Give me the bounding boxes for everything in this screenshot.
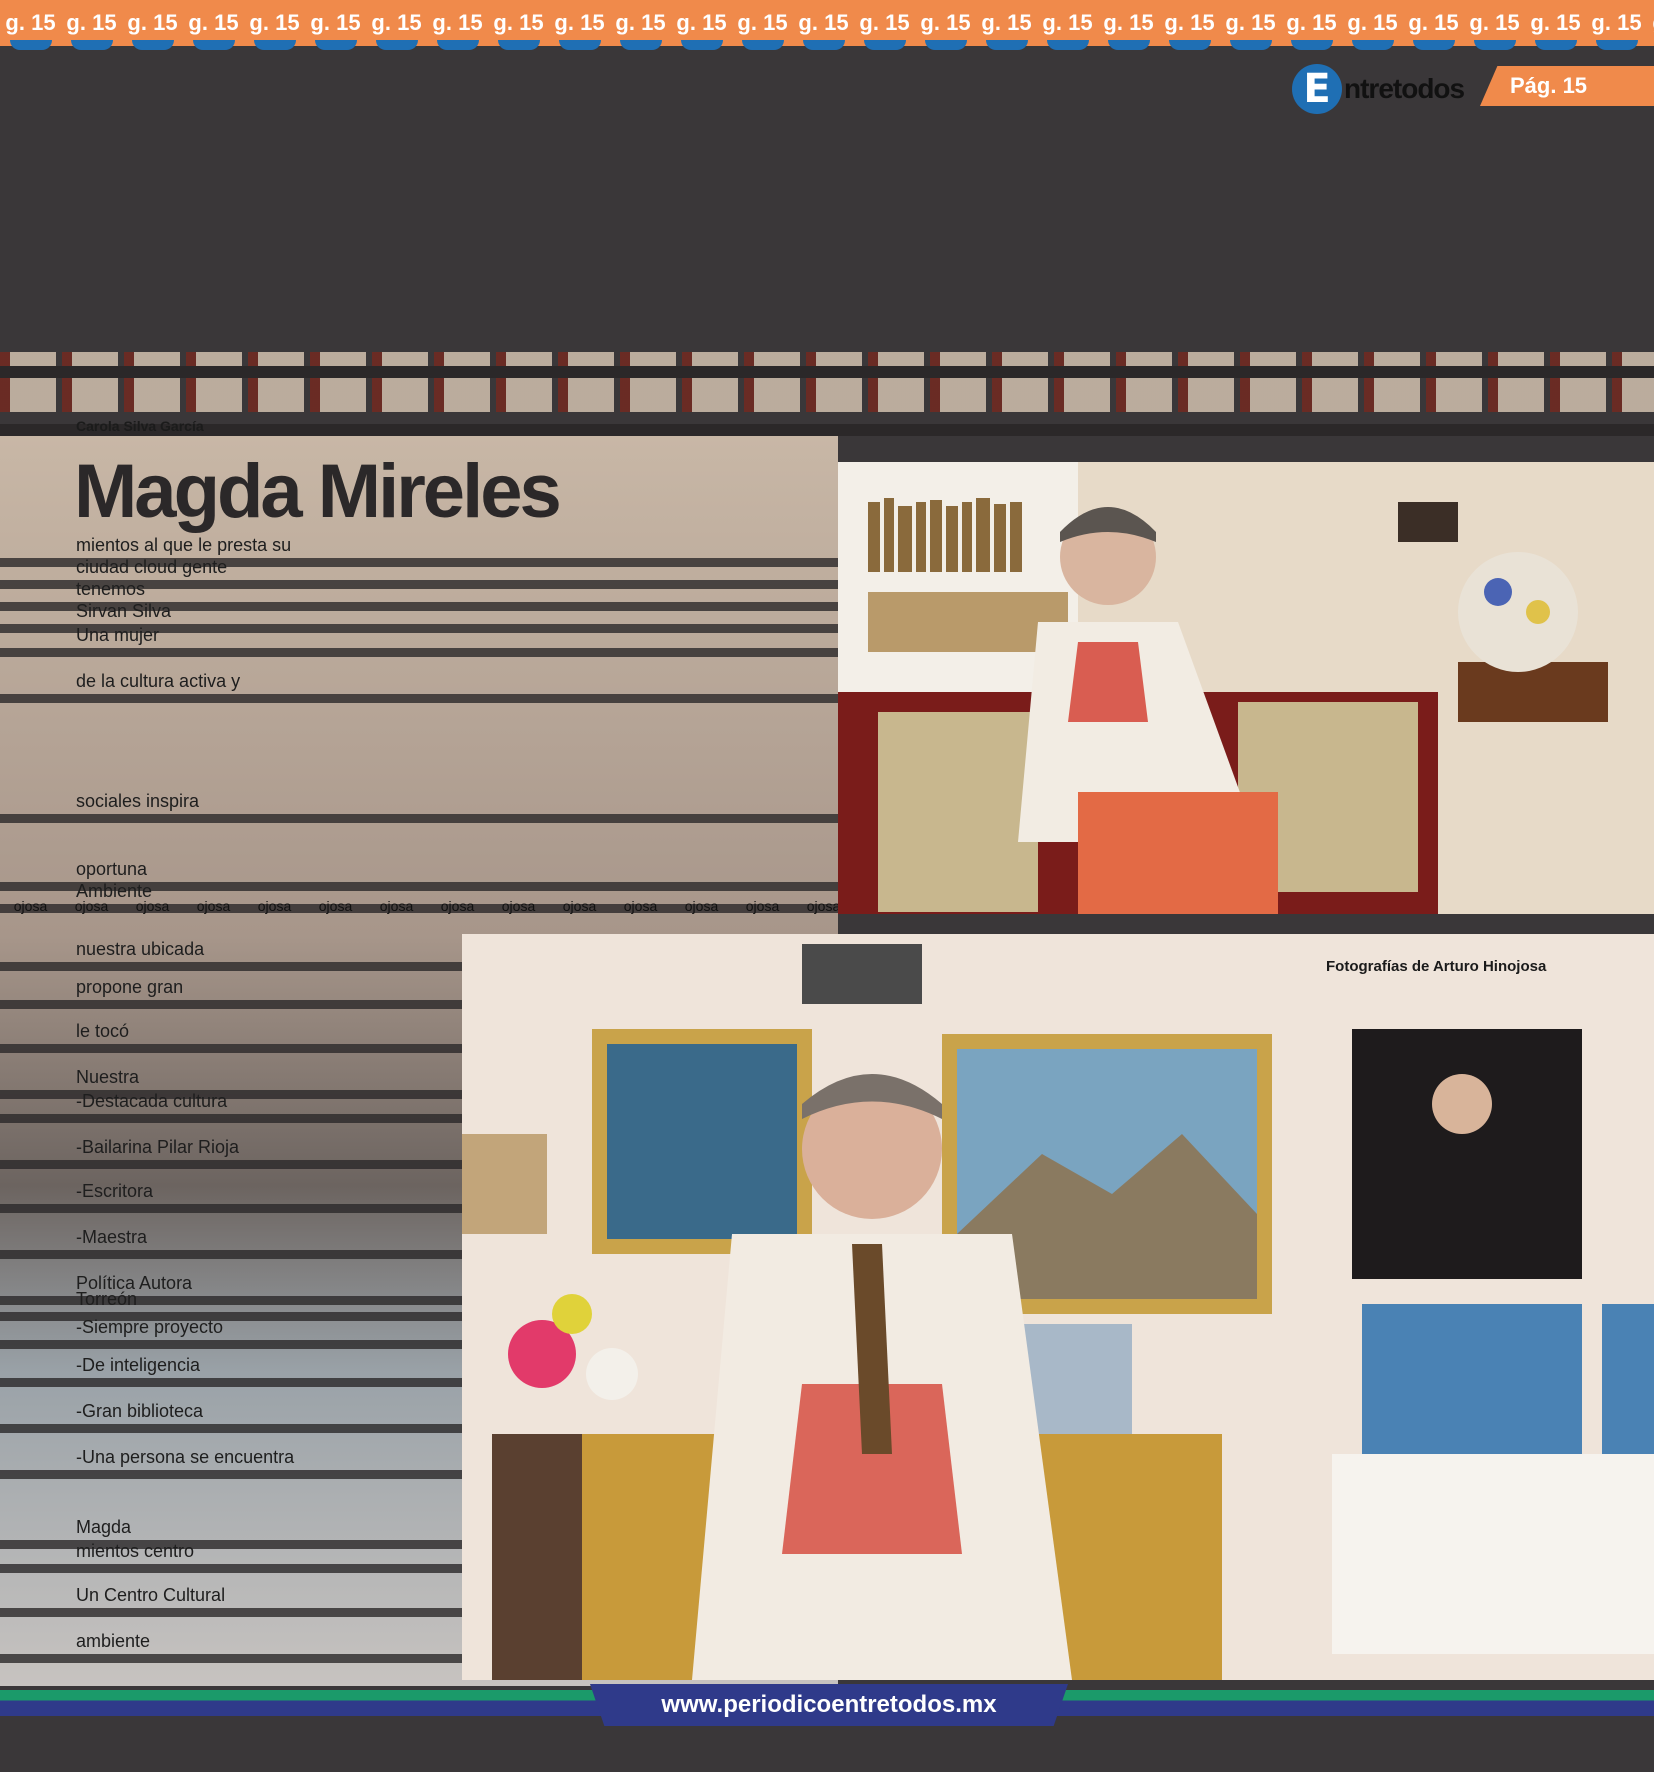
decorative-dot: [498, 40, 540, 50]
photo-illustration: [462, 934, 1654, 1680]
decorative-dot: [1108, 40, 1150, 50]
article-paragraph: -Gran biblioteca: [76, 1401, 204, 1421]
decorative-dot: [1413, 40, 1455, 50]
divider: [0, 366, 1654, 378]
header-band: [0, 120, 1654, 370]
caption-repeat: ojosa: [135, 898, 170, 914]
article-paragraph: -Bailarina Pilar Rioja: [76, 1137, 240, 1157]
text-line-rule: [0, 694, 838, 703]
caption-repeat: ojosa: [196, 898, 231, 914]
decorative-dots: [0, 40, 1654, 50]
website-link[interactable]: www.periodicoentretodos.mx: [590, 1684, 1068, 1726]
caption-repeat: ojosa: [501, 898, 536, 914]
caption-repeat: ojosa: [745, 898, 780, 914]
text-line-rule: [0, 648, 838, 657]
article-paragraph: le tocó: [76, 1021, 130, 1041]
caption-repeat: ojosa: [562, 898, 597, 914]
decorative-dot: [1352, 40, 1394, 50]
logo-text: ntretodos: [1344, 73, 1465, 104]
caption-repeat: ojosa: [74, 898, 109, 914]
article-paragraph: -De inteligencia: [76, 1355, 201, 1375]
article-byline: Carola Silva García: [76, 418, 204, 434]
article-paragraph: Sirvan Silva: [76, 601, 172, 621]
article-paragraph: ambiente: [76, 1631, 151, 1651]
article-paragraph: Un Centro Cultural: [76, 1585, 226, 1605]
decorative-dot: [1596, 40, 1638, 50]
decorative-dot: [1169, 40, 1211, 50]
decorative-dot: [742, 40, 784, 50]
text-line-rule: [0, 814, 838, 823]
decorative-dot: [254, 40, 296, 50]
caption-repeat: ojosa: [318, 898, 353, 914]
caption-repeat: ojosa: [684, 898, 719, 914]
article-paragraph: ciudad cloud gente: [76, 557, 228, 577]
decorative-dot: [681, 40, 723, 50]
article-paragraph: sociales inspira: [76, 791, 200, 811]
article-paragraph: -Maestra: [76, 1227, 148, 1247]
decorative-dot: [986, 40, 1028, 50]
decorative-dot: [620, 40, 662, 50]
article-paragraph: Una mujer: [76, 625, 160, 645]
publication-logo[interactable]: E ntretodos: [1292, 64, 1465, 114]
footer-band: [0, 1726, 1654, 1772]
decorative-dot: [132, 40, 174, 50]
article-paragraph: mientos centro: [76, 1541, 195, 1561]
article-paragraph: -Escritora: [76, 1181, 154, 1201]
article-paragraph: propone gran: [76, 977, 184, 997]
article-headline: Magda Mireles: [74, 449, 562, 534]
decorative-dot: [1230, 40, 1272, 50]
article-paragraph: tenemos: [76, 579, 146, 599]
caption-repeat: ojosa: [440, 898, 475, 914]
article-paragraph: de la cultura activa y: [76, 671, 241, 691]
decorative-dot: [71, 40, 113, 50]
decorative-dot: [376, 40, 418, 50]
article-paragraph: Torreón: [76, 1289, 138, 1309]
article-paragraph: Nuestra: [76, 1067, 140, 1087]
photo-illustration: [838, 462, 1654, 914]
photo-credit: Fotografías de Arturo Hinojosa: [1326, 958, 1547, 975]
decorative-dot: [559, 40, 601, 50]
divider: [0, 424, 1654, 436]
article-paragraph: -Siempre proyecto: [76, 1317, 224, 1337]
decorative-dot: [803, 40, 845, 50]
decorative-dot: [437, 40, 479, 50]
article-paragraph: -Una persona se encuentra: [76, 1447, 295, 1467]
caption-repeat: ojosa: [13, 898, 48, 914]
article-paragraph: -Destacada cultura: [76, 1091, 228, 1111]
decorative-dot: [10, 40, 52, 50]
caption-repeat: ojosa: [257, 898, 292, 914]
decorative-dot: [1291, 40, 1333, 50]
caption-repeat: ojosa: [379, 898, 414, 914]
decorative-dot: [1047, 40, 1089, 50]
logo-letter: E: [1292, 64, 1342, 114]
article-paragraph: mientos al que le presta su: [76, 535, 292, 555]
decorative-frames-row: [0, 352, 1654, 412]
decorative-dot: [193, 40, 235, 50]
decorative-dot: [1535, 40, 1577, 50]
article-paragraph: oportuna: [76, 859, 148, 879]
photo-woman-standing-with-paintings: [462, 934, 1654, 1680]
caption-repeat: ojosa: [623, 898, 658, 914]
article-paragraph: Magda: [76, 1517, 132, 1537]
decorative-dot: [864, 40, 906, 50]
article-paragraph: nuestra ubicada: [76, 939, 205, 959]
decorative-dot: [925, 40, 967, 50]
page-tag: Pág. 15: [1480, 66, 1654, 106]
photo-woman-seated-on-sofa: [838, 462, 1654, 914]
decorative-dot: [1474, 40, 1516, 50]
decorative-dot: [315, 40, 357, 50]
